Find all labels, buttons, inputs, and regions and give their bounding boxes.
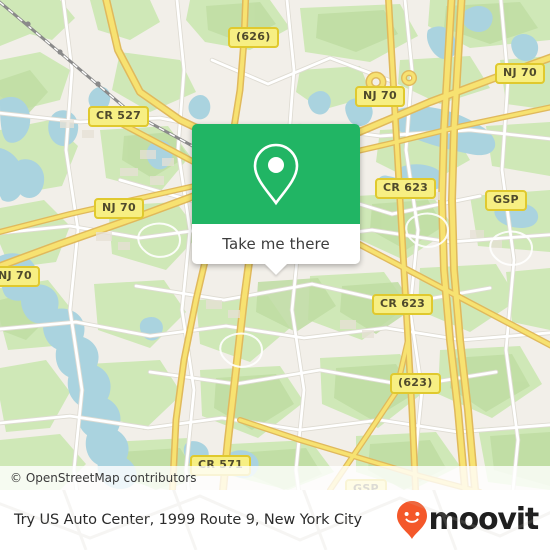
take-me-there-button[interactable]: Take me there [192, 224, 360, 275]
moovit-brand[interactable]: moovit [396, 501, 540, 539]
map-pin-icon [253, 143, 299, 206]
map-screenshot-root: (626) NJ 70 NJ 70 CR 527 NJ 70 CR 623 GS… [0, 0, 550, 550]
road-shield: NJ 70 [0, 266, 40, 287]
road-shield: CR 623 [375, 178, 437, 199]
popup-pointer-tail [265, 264, 287, 275]
popup-card-header [192, 124, 360, 224]
road-shield: NJ 70 [94, 198, 144, 219]
road-shield: GSP [485, 190, 527, 211]
road-shield: (623) [390, 373, 441, 394]
footer-bar: Try US Auto Center, 1999 Route 9, New Yo… [0, 490, 550, 550]
road-shield: NJ 70 [495, 63, 545, 84]
road-shield: NJ 70 [355, 86, 405, 107]
location-title: Try US Auto Center, 1999 Route 9, New Yo… [14, 512, 362, 528]
map-attribution-bar: © OpenStreetMap contributors [0, 466, 550, 490]
take-me-there-label: Take me there [222, 235, 330, 253]
map-canvas[interactable]: (626) NJ 70 NJ 70 CR 527 NJ 70 CR 623 GS… [0, 0, 550, 490]
road-shield: CR 623 [372, 294, 434, 315]
road-shield: (626) [228, 27, 279, 48]
road-shield: CR 527 [88, 106, 150, 127]
moovit-pin-smiley-icon [396, 501, 427, 539]
location-popup-card[interactable]: Take me there [192, 124, 360, 275]
attribution-text: © OpenStreetMap contributors [10, 471, 197, 485]
moovit-wordmark: moovit [428, 502, 540, 537]
